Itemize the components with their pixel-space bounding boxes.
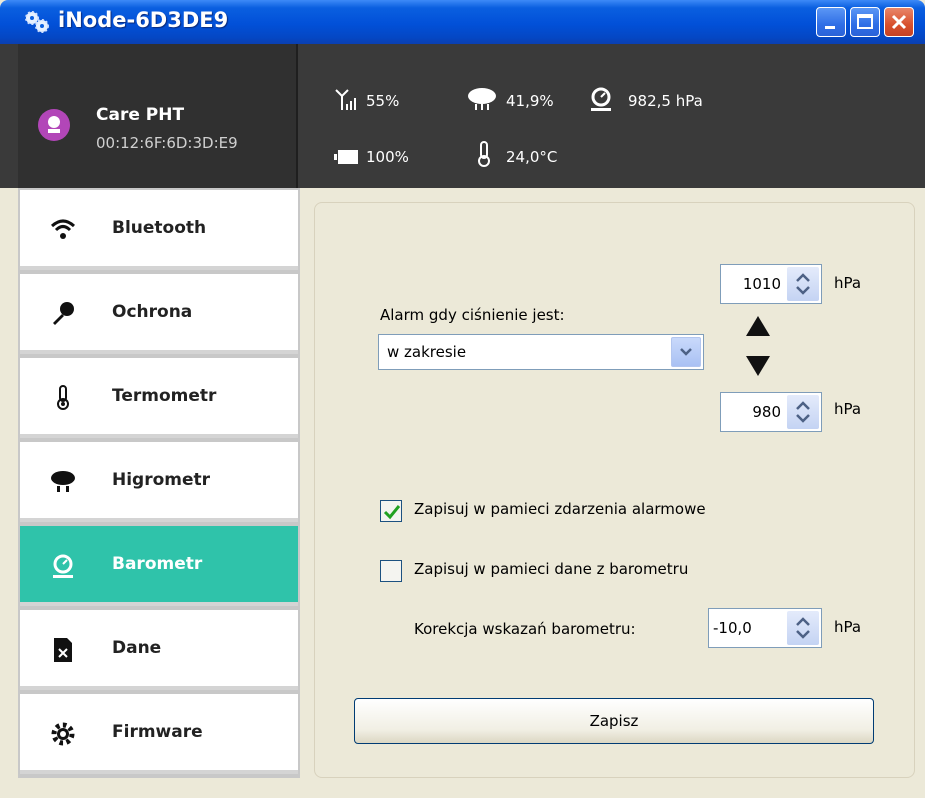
battery-value: 100% — [366, 148, 409, 166]
device-name: Care PHT — [96, 105, 185, 125]
sidebar-item-higrometr[interactable]: Higrometr — [20, 442, 298, 522]
sidebar-item-label: Ochrona — [112, 302, 193, 322]
alarm-mode-value: w zakresie — [387, 343, 467, 361]
rain-cloud-icon — [468, 88, 496, 110]
key-icon — [53, 302, 74, 325]
device-mac: 00:12:6F:6D:3D:E9 — [96, 134, 238, 152]
sidebar-item-dane[interactable]: Dane — [20, 610, 298, 690]
correction-spinner[interactable]: -10,0 — [708, 608, 822, 648]
alarm-mode-select[interactable]: w zakresie — [378, 334, 704, 370]
sidebar-item-ochrona[interactable]: Ochrona — [20, 274, 298, 354]
thermometer-icon — [57, 385, 69, 410]
log-data-checkbox[interactable] — [380, 560, 402, 582]
signal-value: 55% — [366, 92, 400, 110]
rain-cloud-icon — [51, 471, 75, 492]
wifi-icon — [50, 219, 76, 239]
sidebar-item-bluetooth[interactable]: Bluetooth — [20, 190, 298, 270]
lower-limit-spinner[interactable]: 980 — [720, 392, 822, 432]
window-title: iNode-6D3DE9 — [58, 8, 229, 32]
log-alarms-label: Zapisuj w pamieci zdarzenia alarmowe — [414, 500, 706, 518]
close-button[interactable] — [884, 7, 914, 37]
temperature-value: 24,0°C — [506, 148, 558, 166]
minimize-icon — [825, 26, 835, 29]
minimize-button[interactable] — [816, 7, 846, 37]
sidebar-item-label: Higrometr — [112, 470, 211, 490]
sidebar-item-label: Firmware — [112, 722, 203, 742]
log-data-label: Zapisuj w pamieci dane z barometru — [414, 560, 689, 578]
maximize-icon — [857, 14, 873, 29]
alarm-label: Alarm gdy ciśnienie jest: — [380, 306, 565, 324]
upper-limit-unit: hPa — [834, 274, 862, 292]
sidebar-item-firmware[interactable]: Firmware — [20, 694, 298, 774]
sidebar-item-label: Bluetooth — [112, 218, 207, 238]
thermometer-icon — [478, 141, 490, 167]
sidebar-item-label: Barometr — [112, 554, 203, 574]
close-icon — [891, 14, 907, 30]
sidebar-item-label: Termometr — [112, 386, 217, 406]
maximize-button[interactable] — [850, 7, 880, 37]
correction-value: -10,0 — [713, 619, 752, 637]
sidebar-item-termometr[interactable]: Termometr — [20, 358, 298, 438]
lower-limit-unit: hPa — [834, 400, 862, 418]
title-bar: iNode-6D3DE9 — [0, 0, 925, 44]
spinner-arrows-icon[interactable] — [787, 611, 819, 645]
barometer-settings-panel — [314, 202, 915, 778]
signal-icon — [335, 89, 356, 110]
save-button[interactable]: Zapisz — [354, 698, 874, 744]
chevron-down-icon[interactable] — [671, 337, 701, 367]
upper-limit-spinner[interactable]: 1010 — [720, 264, 822, 304]
log-alarms-checkbox[interactable] — [380, 500, 402, 522]
spinner-arrows-icon[interactable] — [787, 395, 819, 429]
file-delete-icon — [54, 638, 72, 662]
sidebar-item-label: Dane — [112, 638, 162, 658]
correction-unit: hPa — [834, 618, 862, 636]
device-avatar-icon — [38, 109, 70, 141]
gear-cluster-icon — [25, 11, 49, 33]
gear-icon — [51, 722, 75, 746]
sidebar-item-barometr[interactable]: Barometr — [20, 526, 298, 606]
range-arrows-icon — [746, 316, 770, 376]
humidity-value: 41,9% — [506, 92, 554, 110]
spinner-arrows-icon[interactable] — [787, 267, 819, 301]
lower-limit-value: 980 — [752, 403, 781, 421]
barometer-icon — [53, 554, 73, 578]
pressure-value: 982,5 hPa — [628, 92, 703, 110]
battery-icon — [334, 150, 358, 164]
barometer-icon — [591, 87, 611, 111]
correction-label: Korekcja wskazań barometru: — [414, 620, 636, 638]
checkmark-icon — [383, 505, 401, 520]
upper-limit-value: 1010 — [742, 275, 781, 293]
